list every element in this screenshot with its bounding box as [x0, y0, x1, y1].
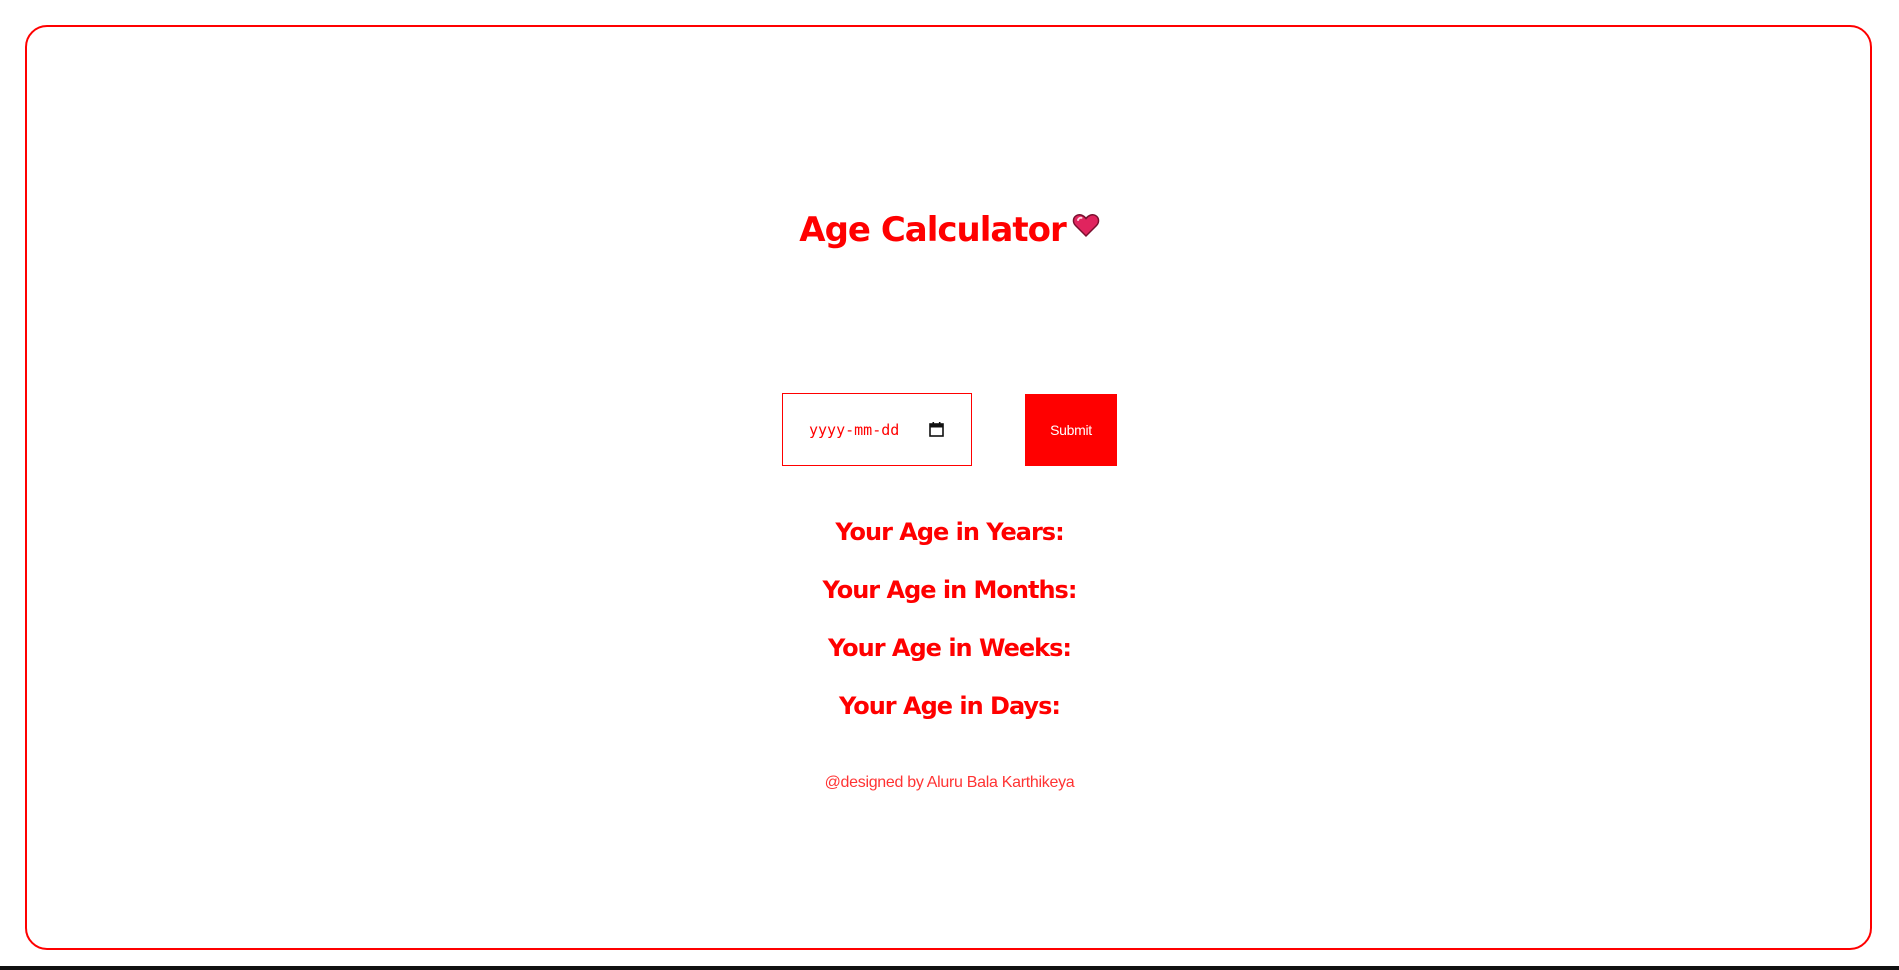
heart-icon	[1072, 214, 1099, 238]
page-title-text: Age Calculator	[799, 210, 1066, 250]
age-weeks-label: Your Age in Weeks:	[827, 634, 1072, 662]
submit-button[interactable]: Submit	[1025, 394, 1117, 466]
designer-credit: @designed by Aluru Bala Karthikeya	[824, 774, 1075, 791]
age-years-label: Your Age in Years:	[835, 518, 1064, 546]
page-title: Age Calculator	[0, 206, 1899, 254]
birthdate-input[interactable]: yyyy-mm-dd	[782, 393, 972, 466]
calendar-icon[interactable]	[929, 422, 944, 437]
bottom-divider	[0, 966, 1899, 970]
age-days-label: Your Age in Days:	[839, 692, 1061, 720]
app-frame	[25, 25, 1872, 950]
date-placeholder: yyyy-mm-dd	[809, 420, 900, 439]
age-months-label: Your Age in Months:	[822, 576, 1078, 604]
